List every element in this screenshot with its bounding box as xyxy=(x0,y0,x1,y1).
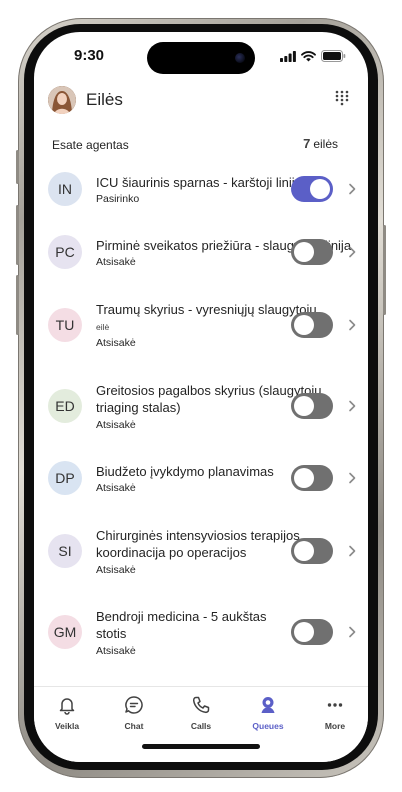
camera-icon xyxy=(235,53,245,63)
tab-label: More xyxy=(324,721,346,731)
queue-avatar: IN xyxy=(48,172,82,206)
queue-status: Atsisakė xyxy=(96,482,136,494)
signal-icon xyxy=(280,50,296,62)
chevron-right-icon[interactable] xyxy=(348,183,356,195)
queue-status: Atsisakė xyxy=(96,645,136,657)
queue-avatar: SI xyxy=(48,534,82,568)
queue-count-number: 7 xyxy=(303,136,311,151)
queue-subtitle: eilė xyxy=(96,322,110,332)
chevron-right-icon[interactable] xyxy=(348,472,356,484)
chevron-right-icon[interactable] xyxy=(348,319,356,331)
tab-label: Chat xyxy=(124,721,144,731)
queue-toggle[interactable] xyxy=(291,538,333,564)
queue-status: Atsisakė xyxy=(96,337,136,349)
power-button xyxy=(383,225,386,315)
tab-queues[interactable]: Queues xyxy=(243,695,293,731)
tab-label: Queues xyxy=(252,721,284,731)
queue-status: Pasirinko xyxy=(96,193,140,205)
action-button xyxy=(16,150,19,184)
bottom-tab-bar: Veikla Chat Calls Queues More xyxy=(34,686,368,762)
queue-avatar: GM xyxy=(48,615,82,649)
queue-count: 7 eilės xyxy=(303,136,338,151)
toggle-knob xyxy=(294,468,314,488)
tab-label: Veikla xyxy=(54,721,80,731)
queue-title: Bendroji medicina - 5 aukštas stotis xyxy=(96,609,267,641)
chevron-right-icon[interactable] xyxy=(348,626,356,638)
queue-avatar: TU xyxy=(48,308,82,342)
chat-icon xyxy=(125,696,143,714)
tab-activity[interactable]: Veikla xyxy=(42,695,92,731)
volume-down-button xyxy=(16,275,19,335)
queue-avatar: PC xyxy=(48,235,82,269)
status-time: 9:30 xyxy=(74,47,105,64)
queue-count-label: eilės xyxy=(313,137,338,151)
wifi-icon xyxy=(301,50,316,61)
queue-status: Atsisakė xyxy=(96,256,136,268)
status-icons xyxy=(280,50,346,62)
chevron-right-icon[interactable] xyxy=(348,246,356,258)
phone-icon xyxy=(192,696,210,714)
queue-toggle[interactable] xyxy=(291,176,333,202)
dialpad-icon[interactable] xyxy=(334,90,350,106)
queue-toggle[interactable] xyxy=(291,312,333,338)
queue-status: Atsisakė xyxy=(96,564,136,576)
queue-toggle[interactable] xyxy=(291,465,333,491)
queue-toggle[interactable] xyxy=(291,239,333,265)
queue-avatar: DP xyxy=(48,461,82,495)
battery-icon xyxy=(321,50,346,62)
agent-status-label: Esate agentas xyxy=(52,138,129,152)
profile-photo-icon xyxy=(48,86,76,114)
toggle-knob xyxy=(310,179,330,199)
tab-calls[interactable]: Calls xyxy=(176,695,226,731)
toggle-knob xyxy=(294,396,314,416)
tab-more[interactable]: More xyxy=(310,695,360,731)
toggle-knob xyxy=(294,315,314,335)
bell-icon xyxy=(59,698,75,715)
chevron-right-icon[interactable] xyxy=(348,400,356,412)
page-title: Eilės xyxy=(86,90,123,109)
toggle-knob xyxy=(294,622,314,642)
dynamic-island xyxy=(147,42,255,74)
queue-avatar: ED xyxy=(48,389,82,423)
volume-up-button xyxy=(16,205,19,265)
chevron-right-icon[interactable] xyxy=(348,545,356,557)
queue-toggle[interactable] xyxy=(291,619,333,645)
home-indicator xyxy=(142,744,260,749)
queues-icon xyxy=(261,697,275,713)
toggle-knob xyxy=(294,242,314,262)
queue-toggle[interactable] xyxy=(291,393,333,419)
user-avatar[interactable] xyxy=(48,86,76,114)
tab-label: Calls xyxy=(190,721,212,731)
app-screen: 9:30 Eilės Esate agentas 7 eilės IN ICU … xyxy=(34,32,368,762)
tab-chat[interactable]: Chat xyxy=(109,695,159,731)
more-icon xyxy=(327,703,343,707)
toggle-knob xyxy=(294,541,314,561)
queue-status: Atsisakė xyxy=(96,419,136,431)
